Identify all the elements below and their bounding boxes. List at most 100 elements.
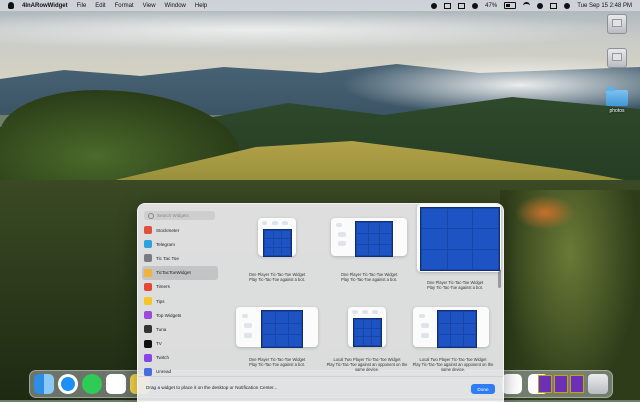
sidebar-item-label: Tuna	[156, 326, 167, 332]
sidebar-item-label: Tic Tac Toe	[156, 255, 179, 261]
settings-icon	[244, 333, 252, 338]
widget-preview-medium[interactable]	[331, 218, 407, 257]
widget-app-icon[interactable]	[538, 375, 584, 393]
app-icon	[144, 226, 152, 235]
app-icon	[144, 282, 152, 291]
app-icon	[144, 353, 152, 362]
app-icon	[144, 339, 152, 348]
widget-caption: Local Two Player Tic-Tac-Toe Widget Play…	[412, 357, 494, 372]
sidebar-item-label: Telegram	[156, 241, 175, 247]
desktop-disk-2[interactable]	[597, 48, 637, 70]
status-dot-icon[interactable]	[431, 2, 438, 9]
sidebar-item-stockmeter[interactable]: Stockmeter	[142, 223, 218, 237]
tic-tac-toe-board[interactable]	[353, 318, 382, 347]
widget-caption: One Player Tic-Tac-Toe Widget Play Tic-T…	[340, 272, 398, 282]
menu-format[interactable]: Format	[115, 3, 134, 9]
sidebar-item-label: Twitch	[156, 355, 170, 361]
widget-preview-small-two-player[interactable]	[348, 307, 386, 347]
search-icon	[148, 212, 154, 219]
battery-icon[interactable]	[504, 2, 517, 9]
search-placeholder: Search Widgets	[157, 213, 189, 218]
hard-disk-icon	[607, 48, 627, 68]
widget-preview-large[interactable]	[417, 204, 501, 272]
sidebar-item-label: Unread	[156, 369, 172, 375]
record-icon[interactable]	[472, 2, 479, 9]
app-menu[interactable]: 4InARowWidget	[22, 3, 68, 9]
menu-file[interactable]: File	[77, 3, 87, 9]
widget-preview-small[interactable]	[258, 218, 296, 257]
sidebar-item-twitch[interactable]: Twitch	[142, 351, 218, 365]
bot-icon	[242, 314, 248, 318]
app-list: Stockmeter Telegram Tic Tac Toe TicTacToeWi…	[142, 223, 218, 379]
messages-icon[interactable]	[82, 374, 102, 394]
reset-icon	[338, 232, 346, 237]
tic-tac-toe-board[interactable]	[420, 207, 500, 271]
sidebar-item-timers[interactable]: Timers	[142, 280, 218, 294]
menu-view[interactable]: View	[143, 3, 156, 9]
widget-gallery-sidebar: Search Widgets Stockmeter Telegram Tic Tac…	[138, 204, 221, 376]
tic-tac-toe-board[interactable]	[261, 310, 303, 348]
safari-icon[interactable]	[58, 374, 78, 394]
widget-previews: One Player Tic-Tac-Toe Widget Play Tic-T…	[222, 204, 503, 376]
menu-window[interactable]: Window	[165, 3, 186, 9]
apple-menu-icon[interactable]	[8, 2, 14, 9]
app-icon	[144, 297, 152, 306]
sidebar-item-tic-tac-toe[interactable]: Tic Tac Toe	[142, 251, 218, 265]
reset-icon	[362, 310, 368, 314]
sidebar-item-label: Timers	[156, 284, 170, 290]
app-icon	[144, 240, 152, 249]
search-icon[interactable]	[537, 2, 544, 9]
widget-caption: Local Two Player Tic-Tac-Toe Widget Play…	[326, 357, 408, 372]
desktop-folder-photos[interactable]: photos	[597, 87, 637, 114]
sidebar-item-tv[interactable]: TV	[142, 337, 218, 351]
app-icon	[144, 268, 152, 277]
battery-percent: 47%	[485, 2, 498, 9]
reset-icon	[272, 221, 278, 225]
done-button[interactable]: Done	[471, 384, 495, 394]
settings-icon	[372, 310, 378, 314]
player-icon	[352, 310, 358, 314]
tic-tac-toe-board[interactable]	[355, 221, 393, 257]
siri-icon[interactable]	[564, 2, 571, 9]
tic-tac-toe-board[interactable]	[437, 310, 477, 348]
app-icon	[144, 367, 152, 376]
widget-preview-medium[interactable]	[236, 307, 318, 348]
desktop-disk-1[interactable]	[597, 14, 637, 36]
wifi-icon[interactable]	[523, 2, 531, 9]
reset-icon	[421, 323, 429, 328]
player-icon	[419, 314, 425, 318]
trash-icon[interactable]	[588, 374, 608, 394]
widget-gallery-footer: Drag a widget to place it on the desktop…	[138, 376, 503, 401]
app-icon	[144, 325, 152, 334]
control-center-icon[interactable]	[550, 2, 558, 9]
widget-caption: One Player Tic-Tac-Toe Widget Play Tic-T…	[248, 272, 306, 282]
sidebar-item-tips[interactable]: Tips	[142, 294, 218, 308]
tic-tac-toe-board[interactable]	[263, 229, 292, 257]
reminders-icon[interactable]	[106, 374, 126, 394]
menu-clock[interactable]: Tue Sep 15 2:48 PM	[577, 3, 632, 9]
display-icon[interactable]	[444, 2, 452, 9]
menu-help[interactable]: Help	[195, 3, 207, 9]
widget-preview-medium-two-player[interactable]	[413, 307, 489, 348]
sidebar-item-tictactoewidget[interactable]: TicTacToeWidget	[142, 265, 218, 280]
keyboard-icon[interactable]	[458, 2, 466, 9]
sidebar-item-tuna[interactable]: Tuna	[142, 322, 218, 336]
sidebar-item-label: TicTacToeWidget	[156, 270, 191, 276]
sidebar-item-label: TV	[156, 341, 162, 347]
widget-gallery: Search Widgets Stockmeter Telegram Tic Tac…	[137, 203, 504, 402]
widget-caption: One Player Tic-Tac-Toe Widget Play Tic-T…	[426, 280, 484, 290]
sidebar-item-label: Top Widgets	[156, 312, 182, 318]
menu-edit[interactable]: Edit	[95, 3, 105, 9]
sidebar-item-label: Stockmeter	[156, 227, 180, 233]
hard-disk-icon	[607, 14, 627, 34]
dock-app-icon[interactable]	[502, 374, 522, 394]
search-widgets-field[interactable]: Search Widgets	[144, 211, 215, 220]
menu-bar: 4InARowWidget File Edit Format View Wind…	[0, 0, 640, 11]
widget-caption: One Player Tic-Tac-Toe Widget Play Tic-T…	[248, 357, 306, 367]
sidebar-item-top-widgets[interactable]: Top Widgets	[142, 308, 218, 322]
bot-icon	[262, 221, 267, 225]
finder-icon[interactable]	[34, 374, 54, 394]
sidebar-item-telegram[interactable]: Telegram	[142, 237, 218, 251]
drag-hint-text: Drag a widget to place it on the desktop…	[146, 385, 278, 390]
bot-icon	[336, 223, 342, 227]
